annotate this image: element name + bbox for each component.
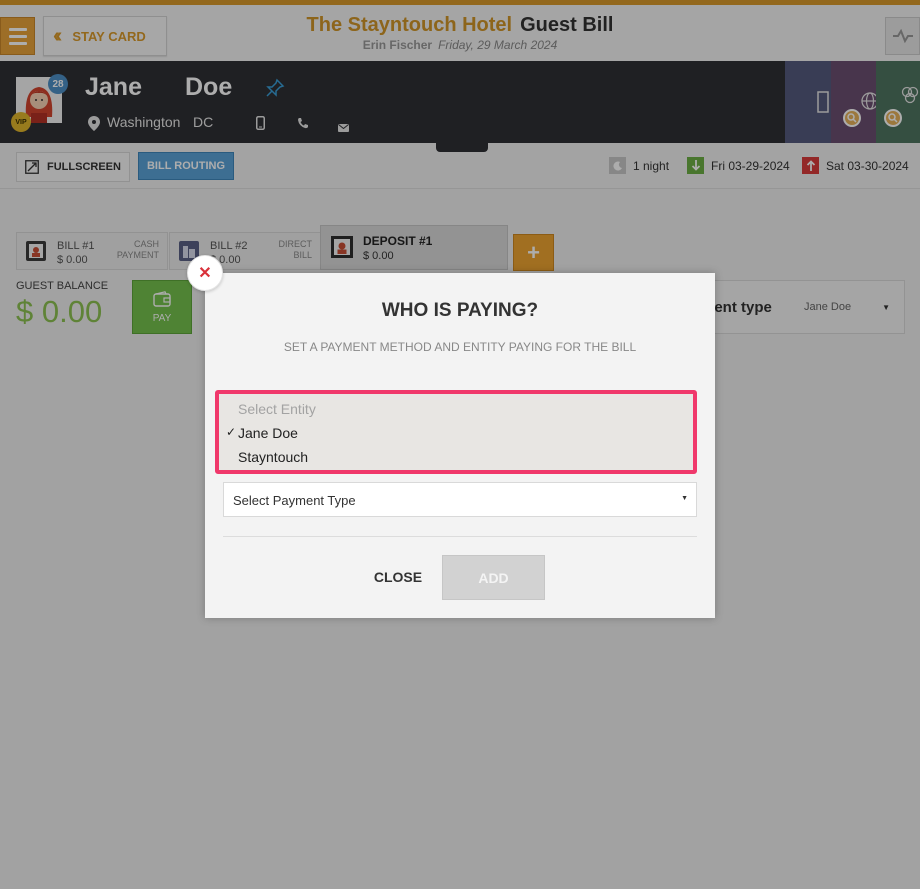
add-button[interactable]: ADD	[442, 555, 545, 600]
who-is-paying-dialog: WHO IS PAYING? SET A PAYMENT METHOD AND …	[205, 273, 715, 618]
caret-down-icon: ▼	[681, 495, 688, 502]
dialog-divider	[223, 536, 697, 537]
checkmark-icon: ✓	[226, 425, 237, 439]
entity-option-stayntouch[interactable]: Stayntouch	[238, 449, 308, 465]
close-button[interactable]: CLOSE	[355, 555, 441, 599]
close-icon[interactable]: ✕	[187, 255, 223, 291]
payment-type-select[interactable]: Select Payment Type ▼	[223, 482, 697, 517]
payment-type-select-value: Select Payment Type	[233, 493, 356, 508]
dialog-title: WHO IS PAYING?	[381, 300, 539, 321]
entity-select-dropdown[interactable]: Select Entity ✓ Jane Doe Stayntouch	[215, 390, 697, 474]
entity-option-jane-doe[interactable]: Jane Doe	[238, 425, 298, 441]
dialog-subtitle: SET A PAYMENT METHOD AND ENTITY PAYING F…	[283, 340, 637, 354]
entity-placeholder-option: Select Entity	[238, 401, 316, 417]
